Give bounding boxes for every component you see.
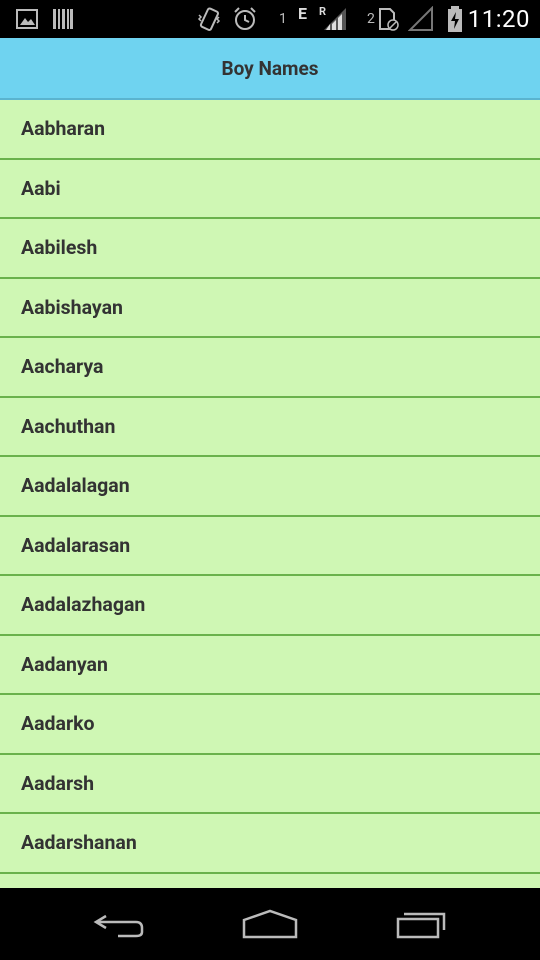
network-type: E [298,3,307,23]
list-item-label: Aadalalagan [21,474,130,498]
list-item[interactable]: Aadarko [0,695,540,755]
navigation-bar [0,888,540,960]
list-item-label: Aabharan [21,117,106,141]
list-item-label: Aadalarasan [21,533,131,557]
signal-empty-icon [408,0,434,38]
clock: 11:20 [467,5,530,33]
home-icon[interactable] [210,888,330,960]
list-item[interactable]: Aachuthan [0,398,540,457]
alarm-icon [232,0,258,38]
list-item-label: Aabishayan [21,295,123,319]
recents-icon[interactable] [362,888,482,960]
list-item-label: Aadalazhagan [21,593,146,617]
list-item[interactable]: Aadarsh [0,755,540,814]
image-icon [16,0,38,38]
list-item[interactable] [0,874,540,889]
sim2-icon [377,0,401,38]
list-item-label: Aacharya [21,355,104,379]
page-title: Boy Names [221,56,319,80]
list-item[interactable]: Aadalarasan [0,517,540,576]
signal-icon [322,0,348,38]
list-item-label: Aabilesh [21,236,98,260]
list-item[interactable]: Aadanyan [0,636,540,695]
list-item-label: Aachuthan [21,414,116,438]
list-item[interactable]: Aabi [0,160,540,219]
list-item[interactable]: Aacharya [0,338,540,398]
back-icon[interactable] [60,888,180,960]
sim1-label: 1 [279,11,287,27]
list-item-label: Aadarko [21,712,95,736]
list-item-label: Aadanyan [21,652,108,676]
list-item[interactable]: Aabilesh [0,219,540,279]
status-bar: 1 E R 2 11:20 [0,0,540,38]
list-item[interactable]: Aadarshanan [0,814,540,874]
list-item-label: Aabi [21,176,61,200]
list-item-label: Aadarshanan [21,831,137,855]
app-header: Boy Names [0,38,540,100]
list-item-label: Aadarsh [21,771,95,795]
sim2-label: 2 [367,11,375,27]
list-item[interactable]: Aabharan [0,100,540,160]
barcode-icon [52,0,74,38]
battery-charging-icon [446,0,464,38]
vibrate-icon [196,0,222,38]
list-item[interactable]: Aadalazhagan [0,576,540,636]
list-item[interactable]: Aabishayan [0,279,540,338]
list-item[interactable]: Aadalalagan [0,457,540,517]
names-list[interactable]: Aabharan Aabi Aabilesh Aabishayan Aachar… [0,100,540,888]
